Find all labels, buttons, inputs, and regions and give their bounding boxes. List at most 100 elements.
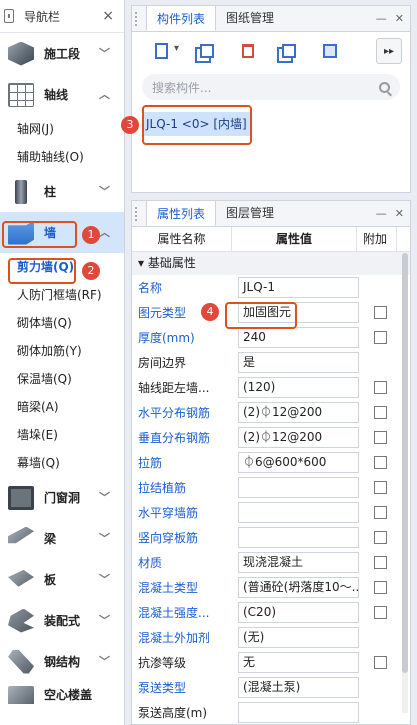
nav-category-slab[interactable]: 板 ﹀ <box>0 559 124 600</box>
property-value-field[interactable]: (无) <box>238 627 359 648</box>
nav-title: 导航栏 <box>24 9 61 24</box>
property-value-field[interactable] <box>238 502 359 523</box>
close-icon[interactable]: ✕ <box>395 12 404 25</box>
nav-category-hollow-slab[interactable]: 空心楼盖 <box>0 682 124 704</box>
door-icon <box>8 485 34 510</box>
nav-item-curtain-wall[interactable]: 幕墙(Q) <box>0 449 124 477</box>
property-value-field[interactable] <box>238 477 359 498</box>
group-label: 基础属性 <box>147 256 196 270</box>
navigation-panel: 导航栏 × 施工段 ﹀ 轴线 ︿ 轴网(J) 辅助轴线(O) 柱 ﹀ 墙 ︿ 剪… <box>0 0 125 725</box>
property-name: 垂直分布钢筋 <box>138 431 211 445</box>
delete-button[interactable] <box>234 38 262 64</box>
header-attach: 附加 <box>357 227 397 251</box>
nav-item-insulation-wall[interactable]: 保温墙(Q) <box>0 365 124 393</box>
attach-checkbox[interactable] <box>373 306 387 319</box>
nav-item-civil-defense-wall[interactable]: 人防门框墙(RF) <box>0 281 124 309</box>
attach-checkbox[interactable] <box>373 581 387 594</box>
component-search-box[interactable]: 搜索构件... <box>142 74 400 100</box>
property-name: 轴线距左墙... <box>138 381 210 395</box>
pin-icon[interactable] <box>4 9 14 23</box>
attach-checkbox[interactable] <box>373 531 387 544</box>
property-value-cell <box>232 477 359 498</box>
nav-item-masonry-rebar[interactable]: 砌体加筋(Y) <box>0 337 124 365</box>
tab-layer-management[interactable]: 图层管理 <box>216 200 284 226</box>
callout-badge: 2 <box>82 262 100 280</box>
property-value-field[interactable]: 无 <box>238 652 359 673</box>
property-value-field[interactable]: (C20) <box>238 602 359 623</box>
drag-handle-icon[interactable] <box>135 207 139 221</box>
attach-checkbox[interactable] <box>373 606 387 619</box>
nav-item-wall-pier[interactable]: 墙垛(E) <box>0 421 124 449</box>
hollow-slab-icon <box>8 686 34 704</box>
attach-cell <box>357 306 397 319</box>
attach-checkbox[interactable] <box>373 381 387 394</box>
property-value-field[interactable]: (2)⏀12@200 <box>238 427 359 448</box>
vertical-scrollbar[interactable] <box>402 253 408 713</box>
nav-item-axis-grid[interactable]: 轴网(J) <box>0 115 124 143</box>
attach-checkbox[interactable] <box>373 506 387 519</box>
nav-category-axis[interactable]: 轴线 ︿ <box>0 74 124 115</box>
copy-icon <box>200 44 214 58</box>
property-value-field[interactable]: 是 <box>238 352 359 373</box>
tab-property-list[interactable]: 属性列表 <box>146 200 217 226</box>
callout-box-shear-wall <box>8 258 76 284</box>
tab-component-list[interactable]: 构件列表 <box>146 5 217 31</box>
attach-checkbox[interactable] <box>373 556 387 569</box>
attach-checkbox[interactable] <box>373 331 387 344</box>
trash-icon <box>242 44 254 58</box>
property-value-field[interactable]: (2)⏀12@200 <box>238 402 359 423</box>
close-icon[interactable]: × <box>102 8 114 24</box>
copy-layer-button[interactable] <box>275 38 303 64</box>
nav-category-door-window[interactable]: 门窗洞 ﹀ <box>0 477 124 518</box>
minimize-icon[interactable]: — <box>376 207 387 220</box>
attach-checkbox[interactable] <box>373 431 387 444</box>
property-value-cell: (C20) <box>232 602 359 623</box>
attach-checkbox[interactable] <box>373 481 387 494</box>
nav-category-beam[interactable]: 梁 ﹀ <box>0 518 124 559</box>
attach-checkbox[interactable] <box>373 456 387 469</box>
property-value-cell: 现浇混凝土 <box>232 552 359 573</box>
property-row: 水平穿墙筋 <box>132 500 410 525</box>
nav-category-label: 柱 <box>44 185 57 199</box>
property-value-field[interactable]: (混凝土泵) <box>238 677 359 698</box>
beam-icon <box>8 526 34 544</box>
nav-category-prefab[interactable]: 装配式 ﹀ <box>0 600 124 641</box>
property-value-field[interactable]: (120) <box>238 377 359 398</box>
nav-category-construction-section[interactable]: 施工段 ﹀ <box>0 33 124 74</box>
property-row: 拉筋 ⏀6@600*600 <box>132 450 410 475</box>
scrollbar-thumb[interactable] <box>402 253 408 673</box>
property-table-header: 属性名称 属性值 附加 <box>132 227 410 252</box>
property-value-field[interactable] <box>238 702 359 723</box>
property-value-field[interactable]: ⏀6@600*600 <box>238 452 359 473</box>
nav-item-aux-axis[interactable]: 辅助轴线(O) <box>0 143 124 171</box>
property-value-field[interactable]: 现浇混凝土 <box>238 552 359 573</box>
layer-settings-button[interactable] <box>316 38 344 64</box>
property-name: 竖向穿板筋 <box>138 531 199 545</box>
search-icon[interactable] <box>379 81 390 93</box>
nav-item-hidden-beam[interactable]: 暗梁(A) <box>0 393 124 421</box>
property-value-cell <box>232 527 359 548</box>
attach-cell <box>357 406 397 419</box>
property-value-field[interactable] <box>238 527 359 548</box>
header-property-value: 属性值 <box>232 227 357 251</box>
nav-category-column[interactable]: 柱 ﹀ <box>0 171 124 212</box>
property-value-field[interactable]: JLQ-1 <box>238 277 359 298</box>
nav-category-steel[interactable]: 钢结构 ﹀ <box>0 641 124 682</box>
chevron-down-icon: ﹀ <box>99 573 110 586</box>
tab-drawing-management[interactable]: 图纸管理 <box>216 5 284 31</box>
attach-checkbox[interactable] <box>373 656 387 669</box>
attach-checkbox[interactable] <box>373 406 387 419</box>
property-name: 混凝土外加剂 <box>138 631 211 645</box>
property-value-field[interactable]: 240 <box>238 327 359 348</box>
copy-button[interactable] <box>193 38 221 64</box>
new-component-button[interactable] <box>142 38 180 64</box>
drag-handle-icon[interactable] <box>135 12 139 26</box>
close-icon[interactable]: ✕ <box>395 207 404 220</box>
attach-cell <box>357 556 397 569</box>
property-group-basic[interactable]: ▾ 基础属性 <box>132 252 410 275</box>
chevron-down-icon: ﹀ <box>99 47 110 60</box>
property-value-field[interactable]: (普通砼(坍落度10～... <box>238 577 359 598</box>
nav-item-masonry-wall[interactable]: 砌体墙(Q) <box>0 309 124 337</box>
minimize-icon[interactable]: — <box>376 12 387 25</box>
more-tools-button[interactable]: ▸▸ <box>376 38 402 64</box>
